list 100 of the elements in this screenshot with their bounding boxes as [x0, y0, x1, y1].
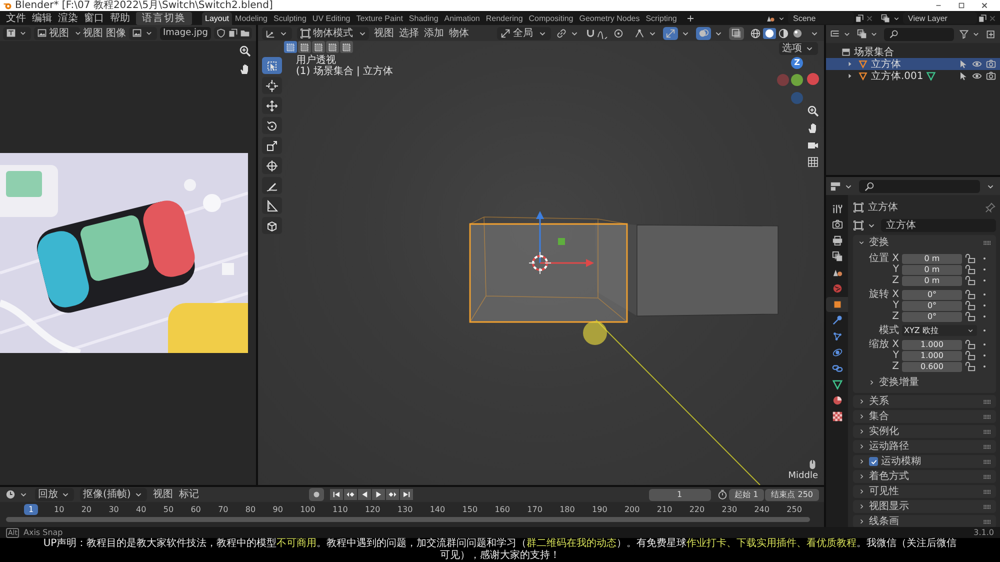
lock-icon[interactable]	[965, 350, 976, 361]
menu-item[interactable]: 图像	[106, 28, 126, 38]
search-field[interactable]	[884, 28, 954, 40]
workspace-tab[interactable]: Geometry Nodes	[576, 12, 643, 24]
menu-item[interactable]: 选择	[399, 28, 419, 38]
axis-handle[interactable]	[777, 74, 789, 86]
menu-item[interactable]: 窗口	[84, 12, 104, 24]
number-field[interactable]: 0 m	[902, 276, 962, 286]
play-icon[interactable]	[374, 490, 383, 499]
orientation-dropdown[interactable]: 全局	[497, 26, 551, 40]
lock-icon[interactable]	[965, 289, 976, 300]
editor-type-button[interactable]	[262, 26, 292, 40]
outliner-row[interactable]: 立方体	[826, 58, 1000, 70]
menu-item[interactable]: 编辑	[32, 12, 52, 24]
tool-button[interactable]	[262, 157, 282, 174]
maximize-icon[interactable]	[957, 1, 966, 10]
visibility-button[interactable]	[634, 28, 658, 38]
tool-button[interactable]	[262, 57, 282, 74]
editor-type-button[interactable]	[3, 26, 31, 40]
rotation-mode-dropdown[interactable]: XYZ 欧拉	[902, 325, 977, 336]
lock-icon[interactable]	[965, 275, 976, 286]
copy-icon[interactable]	[228, 28, 238, 38]
tool-button[interactable]	[262, 137, 282, 154]
current-frame-marker[interactable]: 1	[24, 504, 38, 515]
pin-icon[interactable]	[985, 202, 996, 212]
menu-dropdown[interactable]: 回放	[35, 488, 74, 501]
gizmo-button[interactable]	[663, 26, 691, 40]
image-browse-button[interactable]	[129, 26, 157, 40]
display-mode-button[interactable]	[857, 29, 879, 39]
selection-mode-button[interactable]	[298, 41, 311, 53]
outliner-row[interactable]: 立方体.001	[826, 70, 1000, 82]
lock-icon[interactable]	[965, 339, 976, 350]
selection-mode-button[interactable]	[284, 41, 297, 53]
current-frame-field[interactable]: 1	[648, 488, 711, 500]
workspace-tab[interactable]: UV Editing	[309, 12, 354, 24]
axis-handle[interactable]: Z	[791, 57, 803, 69]
number-field[interactable]: 0°	[902, 300, 962, 310]
menu-dropdown[interactable]: 抠像(插帧)	[80, 488, 147, 501]
tool-button[interactable]	[262, 97, 282, 114]
keyframe-next-icon[interactable]	[388, 490, 397, 499]
shading-mode-button[interactable]	[791, 28, 804, 38]
collapsed-panel[interactable]: 实例化	[853, 425, 996, 438]
collapsed-panel[interactable]: 集合	[853, 410, 996, 423]
menu-item[interactable]: 帮助	[110, 12, 130, 24]
shading-mode-button[interactable]	[749, 28, 762, 38]
menu-item[interactable]: 物体	[449, 28, 469, 38]
mode-dropdown[interactable]: 物体模式	[297, 26, 369, 40]
jump-end-icon[interactable]	[402, 490, 411, 499]
tool-button[interactable]	[262, 77, 282, 94]
image-name-field[interactable]: Image.jpg	[160, 26, 211, 40]
circle-dot-icon[interactable]	[613, 28, 624, 38]
zoom-icon[interactable]	[807, 105, 819, 117]
jump-start-icon[interactable]	[332, 490, 341, 499]
move-gizmo[interactable]	[536, 211, 594, 267]
axis-handle[interactable]	[791, 74, 803, 86]
workspace-tab[interactable]: Compositing	[526, 12, 576, 24]
workspace-tab[interactable]: Scripting	[642, 12, 680, 24]
tool-button[interactable]	[262, 117, 282, 134]
overlay-button[interactable]	[696, 26, 724, 40]
collapsed-panel[interactable]: 视图显示	[853, 500, 996, 513]
x-ray-icon[interactable]	[731, 28, 742, 38]
folder-icon[interactable]	[240, 28, 250, 38]
workspace-tab[interactable]: Layout	[202, 12, 232, 24]
checkbox[interactable]	[869, 457, 878, 466]
selection-mode-button[interactable]	[326, 41, 339, 53]
eye-icon[interactable]	[972, 71, 982, 81]
menu-item[interactable]: 视图	[374, 28, 394, 38]
play-reverse-icon[interactable]	[360, 490, 369, 499]
workspace-tab[interactable]: Animation	[441, 12, 483, 24]
workspace-tab[interactable]: Rendering	[482, 12, 526, 24]
scene-field[interactable]: Scene	[788, 12, 854, 24]
collapsed-panel[interactable]: 着色方式	[853, 470, 996, 483]
collapsed-panel[interactable]: 可见性	[853, 485, 996, 498]
copy-icon[interactable]	[855, 14, 864, 22]
close-icon[interactable]	[980, 1, 989, 10]
search-field[interactable]	[859, 180, 980, 192]
shading-mode-button[interactable]	[777, 28, 790, 38]
selection-mode-button[interactable]	[340, 41, 353, 53]
grid-icon[interactable]	[807, 156, 819, 168]
menu-item[interactable]: 文件	[6, 12, 26, 24]
scrollbar[interactable]	[6, 517, 810, 522]
tool-button[interactable]	[262, 197, 282, 214]
number-field[interactable]: 1.000	[902, 350, 962, 360]
subpanel-header[interactable]: 变换增量	[853, 375, 996, 390]
filter-button[interactable]	[959, 29, 981, 39]
workspace-tab[interactable]: Shading	[406, 12, 442, 24]
collapsed-panel[interactable]: 运动路径	[853, 440, 996, 453]
axis-handle[interactable]	[807, 73, 819, 85]
editor-type-button[interactable]	[5, 489, 29, 500]
menu-item[interactable]: 视图	[83, 28, 103, 38]
camera-icon[interactable]	[986, 59, 996, 69]
end-frame-field[interactable]: 结束点 250	[765, 488, 819, 500]
editor-type-button[interactable]	[830, 180, 854, 192]
panel-header[interactable]: 变换	[853, 235, 996, 250]
menu-item[interactable]: 视图	[152, 489, 173, 500]
collapsed-panel[interactable]: 线条画	[853, 515, 996, 527]
hand-icon[interactable]	[239, 63, 251, 75]
object-browse-button[interactable]	[853, 220, 877, 230]
outliner-row[interactable]: 场景集合	[826, 46, 1000, 58]
magnet-icon[interactable]	[585, 28, 596, 38]
